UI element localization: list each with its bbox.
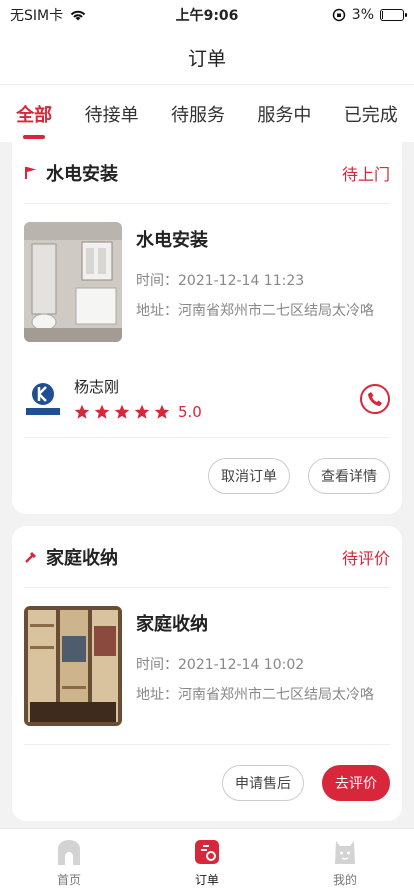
worker-name: 杨志刚 — [74, 378, 120, 396]
star-icon — [114, 404, 130, 419]
order-address: 地址：河南省郑州市二七区结局太冷咯 — [136, 687, 374, 703]
nav-orders-label: 订单 — [194, 873, 219, 887]
order-status: 待评价 — [341, 548, 390, 568]
order-title: 水电安装 — [136, 230, 208, 251]
order-card[interactable]: 水电安装 待上门 水电安装 时间：2021-12-14 11:23 地址：河南省… — [12, 142, 402, 514]
tab-pending-accept[interactable]: 待接单 — [81, 89, 143, 139]
star-icon — [74, 404, 90, 419]
nav-home-label: 首页 — [56, 873, 81, 887]
order-title: 家庭收纳 — [136, 614, 208, 635]
rate-button[interactable]: 去评价 — [322, 765, 390, 801]
status-bar: 无SIM卡 上午9:06 3% — [0, 0, 414, 30]
battery-icon — [380, 9, 407, 21]
page-title: 订单 — [187, 47, 226, 70]
battery-percentage: 3% — [351, 7, 374, 23]
tab-pending-service[interactable]: 待服务 — [167, 89, 229, 139]
after-sales-button[interactable]: 申请售后 — [222, 765, 304, 801]
nav-home[interactable]: 首页 — [19, 837, 119, 888]
tab-all[interactable]: 全部 — [12, 89, 56, 139]
wardrobe-photo — [24, 606, 122, 726]
profile-icon — [335, 841, 355, 864]
cancel-order-button[interactable]: 取消订单 — [208, 458, 290, 494]
tab-label: 全部 — [16, 104, 53, 126]
nav-profile-label: 我的 — [332, 873, 357, 887]
service-flag-icon — [25, 551, 36, 563]
tab-label: 待接单 — [84, 104, 139, 126]
order-time: 时间：2021-12-14 10:02 — [136, 657, 305, 673]
order-status: 待上门 — [341, 164, 390, 184]
company-logo — [26, 382, 60, 415]
order-card-header: 水电安装 待上门 — [24, 142, 390, 204]
tab-label: 已完成 — [343, 104, 398, 126]
worker-rating-stars: 5.0 — [74, 403, 202, 421]
star-icon — [134, 404, 150, 419]
tab-label: 待服务 — [170, 104, 225, 126]
order-info: 家庭收纳 时间：2021-12-14 10:02 地址：河南省郑州市二七区结局太… — [24, 588, 390, 744]
nav-profile[interactable]: 我的 — [295, 837, 395, 888]
order-tabs: 全部 待接单 待服务 服务中 已完成 — [0, 84, 414, 142]
service-name: 家庭收纳 — [46, 547, 118, 569]
rating-value: 5.0 — [178, 403, 202, 421]
order-actions: 申请售后 去评价 — [24, 744, 390, 821]
worker-row: 杨志刚 5.0 — [24, 360, 390, 438]
carrier-label: 无SIM卡 — [10, 8, 64, 24]
order-actions: 取消订单 查看详情 — [24, 438, 390, 514]
bottom-nav: 首页 订单 我的 — [0, 828, 414, 896]
order-list[interactable]: 水电安装 待上门 水电安装 时间：2021-12-14 11:23 地址：河南省… — [0, 142, 414, 828]
bathroom-photo — [24, 222, 122, 342]
nav-orders[interactable]: 订单 — [157, 837, 257, 888]
star-icon — [154, 404, 170, 419]
orders-icon — [195, 840, 219, 864]
order-card[interactable]: 家庭收纳 待评价 家庭收纳 时间：2021-12-14 10:02 地址：河南省… — [12, 526, 402, 821]
phone-icon — [368, 391, 382, 406]
service-name: 水电安装 — [46, 163, 118, 185]
service-flag-icon — [25, 166, 36, 179]
call-button[interactable] — [360, 383, 390, 414]
tab-in-service[interactable]: 服务中 — [253, 89, 315, 139]
order-info: 水电安装 时间：2021-12-14 11:23 地址：河南省郑州市二七区结局太… — [24, 204, 390, 360]
active-tab-indicator — [23, 134, 46, 139]
view-details-button[interactable]: 查看详情 — [308, 458, 390, 494]
star-icon — [94, 404, 110, 419]
home-icon — [58, 840, 80, 865]
orientation-lock-icon — [332, 8, 346, 22]
order-address: 地址：河南省郑州市二七区结局太冷咯 — [136, 303, 374, 319]
tab-label: 服务中 — [257, 104, 312, 126]
tab-completed[interactable]: 已完成 — [340, 89, 402, 139]
order-card-header: 家庭收纳 待评价 — [24, 526, 390, 588]
wifi-icon — [70, 10, 86, 21]
order-time: 时间：2021-12-14 11:23 — [136, 273, 305, 289]
nav-bar: 订单 — [0, 30, 414, 84]
